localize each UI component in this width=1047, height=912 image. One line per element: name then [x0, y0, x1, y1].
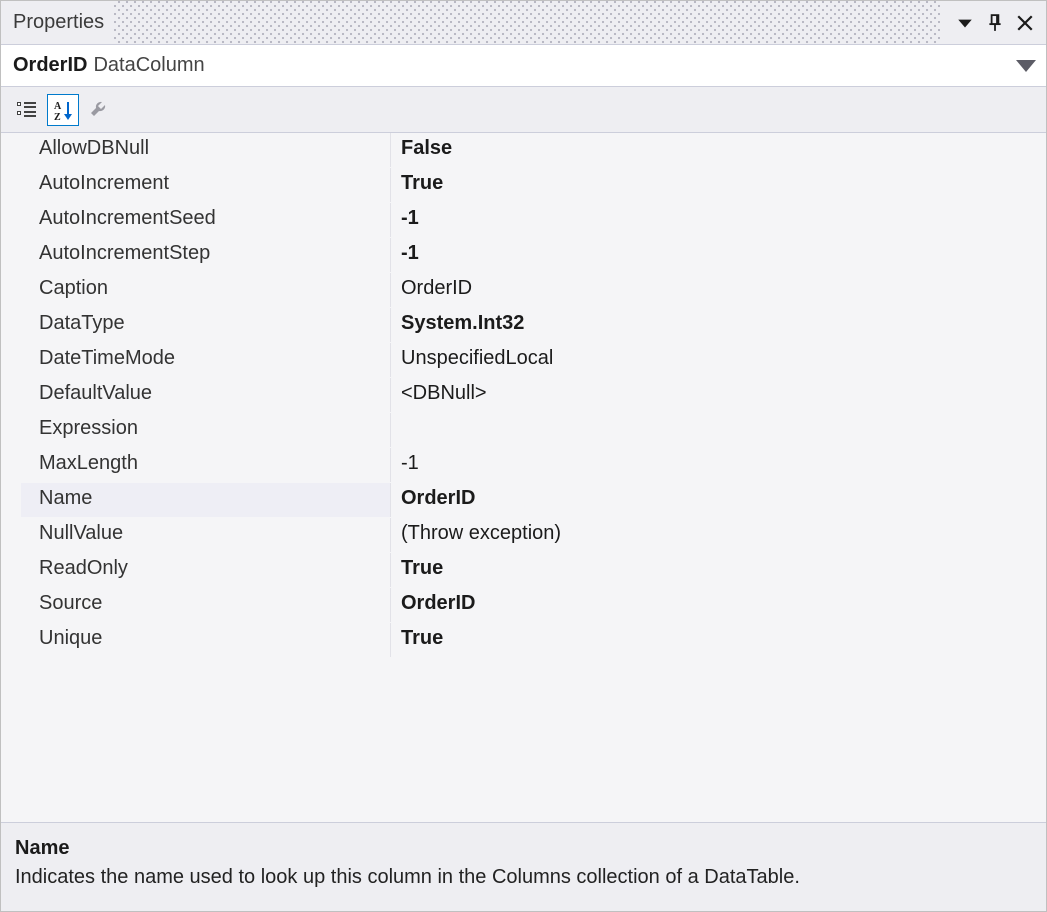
property-row[interactable]: AutoIncrementSeed-1: [1, 203, 1046, 238]
property-row[interactable]: NullValue(Throw exception): [1, 518, 1046, 553]
alphabetical-button[interactable]: A Z: [47, 94, 79, 126]
svg-text:Z: Z: [54, 112, 61, 121]
svg-text:A: A: [54, 101, 62, 112]
property-name: NullValue: [21, 518, 391, 552]
object-name: OrderID: [13, 54, 87, 77]
property-name: MaxLength: [21, 448, 391, 482]
chevron-down-icon: [956, 14, 974, 32]
property-row[interactable]: AllowDBNullFalse: [1, 133, 1046, 168]
property-value[interactable]: <DBNull>: [391, 378, 1046, 412]
close-button[interactable]: [1010, 8, 1040, 38]
property-name: AutoIncrementSeed: [21, 203, 391, 237]
property-name: Unique: [21, 623, 391, 657]
property-row[interactable]: ReadOnlyTrue: [1, 553, 1046, 588]
chevron-down-icon: [1014, 54, 1038, 78]
property-value[interactable]: -1: [391, 203, 1046, 237]
object-dropdown-button[interactable]: [1014, 54, 1038, 78]
property-row[interactable]: NameOrderID: [1, 483, 1046, 518]
alphabetical-icon: A Z: [52, 99, 74, 121]
property-name: AutoIncrement: [21, 168, 391, 202]
close-icon: [1016, 14, 1034, 32]
wrench-icon: [88, 99, 110, 121]
property-name: AllowDBNull: [21, 133, 391, 167]
property-name: AutoIncrementStep: [21, 238, 391, 272]
property-grid[interactable]: AllowDBNullFalseAutoIncrementTrueAutoInc…: [1, 133, 1046, 822]
description-pane: Name Indicates the name used to look up …: [1, 822, 1046, 911]
property-row[interactable]: DataTypeSystem.Int32: [1, 308, 1046, 343]
property-name: Name: [21, 483, 391, 517]
categorized-button[interactable]: [11, 94, 43, 126]
description-title: Name: [15, 837, 1032, 860]
property-value[interactable]: -1: [391, 448, 1046, 482]
description-text: Indicates the name used to look up this …: [15, 866, 1032, 889]
object-selector[interactable]: OrderID DataColumn: [1, 45, 1046, 87]
property-row[interactable]: CaptionOrderID: [1, 273, 1046, 308]
property-name: Source: [21, 588, 391, 622]
property-value[interactable]: System.Int32: [391, 308, 1046, 342]
window-position-button[interactable]: [950, 8, 980, 38]
auto-hide-button[interactable]: [980, 8, 1010, 38]
property-row[interactable]: SourceOrderID: [1, 588, 1046, 623]
property-value[interactable]: UnspecifiedLocal: [391, 343, 1046, 377]
categorized-icon: [16, 99, 38, 121]
property-name: Expression: [21, 413, 391, 447]
property-row[interactable]: DateTimeModeUnspecifiedLocal: [1, 343, 1046, 378]
property-name: DataType: [21, 308, 391, 342]
property-row[interactable]: MaxLength-1: [1, 448, 1046, 483]
property-row[interactable]: DefaultValue<DBNull>: [1, 378, 1046, 413]
property-name: ReadOnly: [21, 553, 391, 587]
property-value[interactable]: OrderID: [391, 273, 1046, 307]
properties-panel: Properties OrderID DataColumn: [0, 0, 1047, 912]
property-name: Caption: [21, 273, 391, 307]
property-value[interactable]: True: [391, 553, 1046, 587]
object-type: DataColumn: [93, 54, 204, 77]
titlebar-grip[interactable]: [114, 1, 940, 44]
property-row[interactable]: AutoIncrementStep-1: [1, 238, 1046, 273]
property-row[interactable]: Expression: [1, 413, 1046, 448]
property-value[interactable]: True: [391, 168, 1046, 202]
property-value[interactable]: -1: [391, 238, 1046, 272]
property-value[interactable]: OrderID: [391, 483, 1046, 517]
property-name: DefaultValue: [21, 378, 391, 412]
property-value[interactable]: OrderID: [391, 588, 1046, 622]
property-value[interactable]: True: [391, 623, 1046, 657]
property-pages-button[interactable]: [83, 94, 115, 126]
property-toolbar: A Z: [1, 87, 1046, 133]
pin-icon: [986, 14, 1004, 32]
property-value[interactable]: [391, 413, 1046, 447]
property-row[interactable]: AutoIncrementTrue: [1, 168, 1046, 203]
property-row[interactable]: UniqueTrue: [1, 623, 1046, 658]
titlebar: Properties: [1, 1, 1046, 45]
property-value[interactable]: False: [391, 133, 1046, 167]
property-name: DateTimeMode: [21, 343, 391, 377]
panel-title: Properties: [13, 11, 104, 34]
property-value[interactable]: (Throw exception): [391, 518, 1046, 552]
